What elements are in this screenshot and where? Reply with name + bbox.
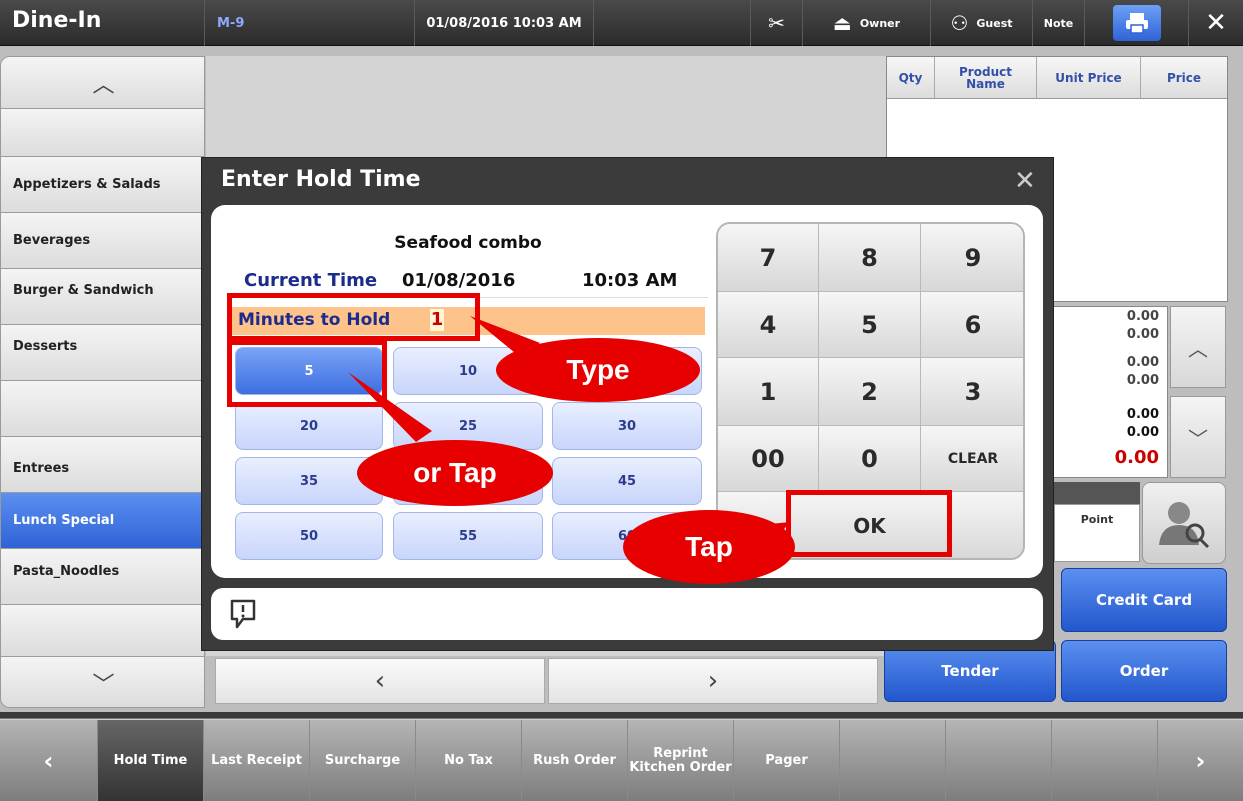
callout-type: Type xyxy=(496,338,700,402)
callout-tap: Tap xyxy=(623,510,795,584)
callout-or-tap: or Tap xyxy=(357,440,553,506)
tap-option-pointer xyxy=(348,372,432,442)
